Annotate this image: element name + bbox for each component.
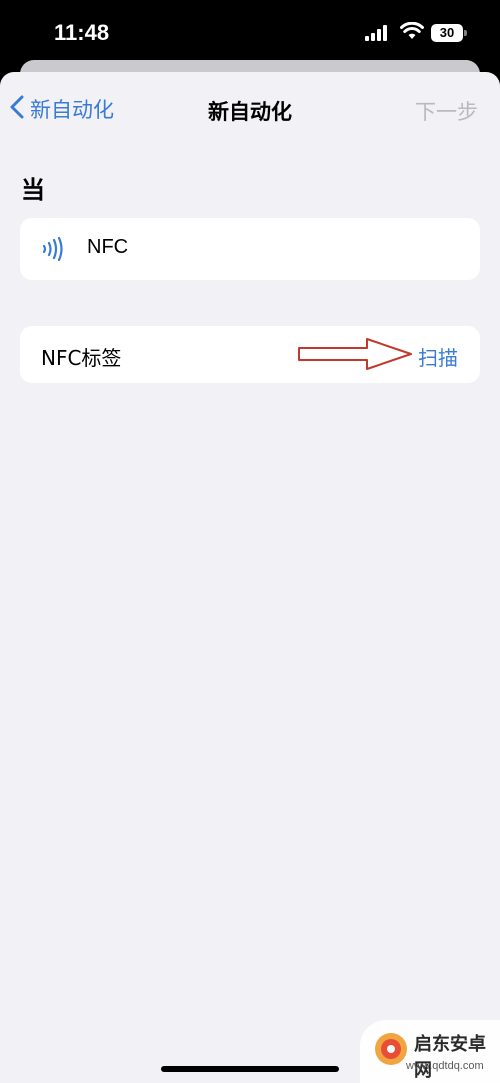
watermark-name: 启东安卓网 — [414, 1034, 486, 1081]
red-arrow-icon — [297, 337, 415, 375]
watermark-logo-icon — [374, 1032, 408, 1070]
scan-button[interactable]: 扫描 — [418, 342, 458, 371]
battery-tip — [464, 30, 467, 36]
nfc-icon — [41, 236, 65, 265]
nfc-tag-row: NFC标签 扫描 — [20, 326, 480, 383]
wifi-icon — [400, 21, 424, 44]
nfc-tag-label: NFC标签 — [41, 346, 122, 370]
home-indicator[interactable] — [161, 1066, 339, 1072]
signal-icon — [365, 25, 387, 45]
automation-sheet: 新自动化 新自动化 下一步 当 NFC NFC标签 扫描 — [0, 72, 500, 1083]
status-bar: 11:48 30 — [0, 0, 500, 62]
trigger-card-nfc[interactable]: NFC — [20, 218, 480, 280]
section-header-when: 当 — [21, 176, 45, 204]
status-time: 11:48 — [54, 20, 110, 45]
watermark-url: www.qdtdq.com — [406, 1060, 484, 1072]
trigger-label: NFC — [87, 236, 129, 258]
watermark: 启东安卓网 www.qdtdq.com — [360, 1020, 500, 1083]
battery-icon: 30 — [431, 24, 463, 42]
next-button[interactable]: 下一步 — [415, 96, 478, 126]
